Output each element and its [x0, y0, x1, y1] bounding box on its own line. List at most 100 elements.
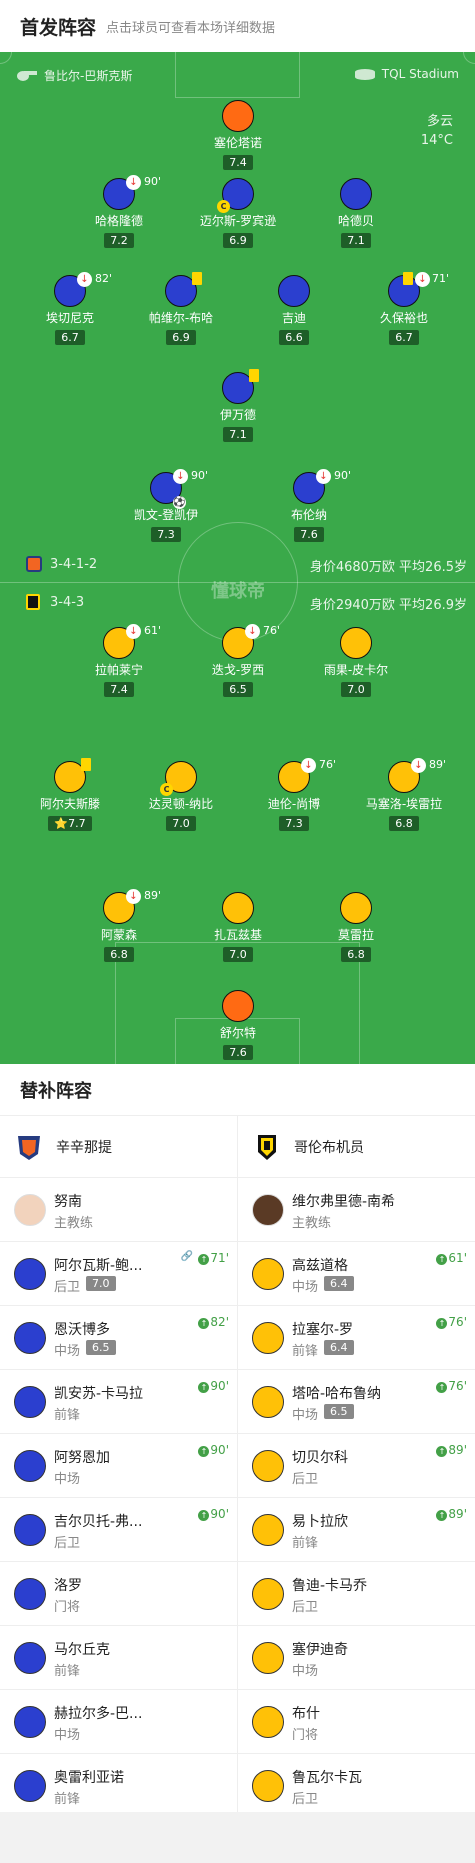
player-position: 后卫: [54, 1536, 81, 1551]
player-name: 阿尔瓦斯-鲍...: [54, 1258, 143, 1274]
player-home[interactable]: ↓ 71' 久保裕也 6.7: [349, 272, 459, 345]
player-away[interactable]: ↓ 89' 阿蒙森 6.8: [64, 889, 174, 962]
home-coach[interactable]: 努南 主教练: [0, 1178, 237, 1242]
player-jersey: [14, 1706, 46, 1738]
player-name: 马塞洛-埃雷拉: [365, 797, 443, 811]
player-name: 迪伦-尚博: [267, 797, 321, 811]
player-away[interactable]: 莫雷拉 6.8: [301, 892, 411, 962]
player-position: 前锋: [292, 1536, 319, 1551]
bench-player[interactable]: 吉尔贝托-弗... 后卫 ↑ 90': [0, 1498, 237, 1562]
player-away[interactable]: ↓ 89' 马塞洛-埃雷拉 6.8: [349, 758, 459, 831]
player-jersey: [278, 275, 310, 307]
player-name: 迭戈-罗西: [211, 663, 265, 677]
sub-out-icon: ↓: [301, 758, 316, 773]
sub-in-icon: ↑: [436, 1382, 448, 1393]
player-rating: 7.3: [151, 527, 181, 542]
home-bench-team[interactable]: 辛辛那提: [0, 1116, 237, 1178]
bench-player[interactable]: 奥雷利亚诺 前锋: [0, 1754, 237, 1818]
player-jersey: C: [160, 761, 197, 796]
player-home[interactable]: ↓ 90' ⚽ 凯文-登凯伊 7.3: [111, 469, 221, 542]
bench-player[interactable]: 高兹道格 中场 6.4 ↑ 61': [238, 1242, 475, 1306]
stadium-name: TQL Stadium: [381, 67, 459, 81]
player-home[interactable]: ↓ 90' 哈格隆德 7.2: [64, 175, 174, 248]
player-jersey: [14, 1450, 46, 1482]
bench-player[interactable]: 易卜拉欣 前锋 ↑ 89': [238, 1498, 475, 1562]
player-jersey: [14, 1258, 46, 1290]
sub-minute: 89': [448, 1507, 467, 1521]
player-home[interactable]: ↓ 90' 布伦纳 7.6: [254, 469, 364, 542]
footer-spacer: [0, 1812, 475, 1863]
player-away[interactable]: ↓ 61' 拉帕莱宁 7.4: [64, 624, 174, 697]
player-name: 阿努恩加: [54, 1450, 110, 1466]
sub-minute: 90': [334, 469, 352, 482]
player-home[interactable]: C 迈尔斯-罗宾逊 6.9: [183, 178, 293, 248]
player-away[interactable]: ↓ 76' 迭戈-罗西 6.5: [183, 624, 293, 697]
player-rating: 7.0: [166, 816, 196, 831]
sub-in-icon: ↑: [436, 1446, 448, 1457]
coach-role: 主教练: [54, 1216, 94, 1231]
bench-player[interactable]: 恩沃博多 中场 6.5 ↑ 82': [0, 1306, 237, 1370]
sub-out-icon: ↓: [173, 469, 188, 484]
bench-player[interactable]: 鲁迪-卡马乔 后卫: [238, 1562, 475, 1626]
bench-player[interactable]: 拉塞尔-罗 前锋 6.4 ↑ 76': [238, 1306, 475, 1370]
bench-player[interactable]: 切贝尔科 后卫 ↑ 89': [238, 1434, 475, 1498]
player-home-gk[interactable]: 塞伦塔诺 7.4: [183, 100, 293, 170]
player-name: 高兹道格: [292, 1258, 348, 1274]
bench-player[interactable]: 洛罗 门将: [0, 1562, 237, 1626]
player-home[interactable]: 伊万德 7.1: [183, 369, 293, 442]
player-name: 伊万德: [219, 408, 256, 422]
player-away-gk[interactable]: 舒尔特 7.6: [183, 990, 293, 1060]
player-name: 扎瓦兹基: [213, 928, 262, 942]
bench-player[interactable]: 赫拉尔多-巴... 中场: [0, 1690, 237, 1754]
away-bench: 哥伦布机员 维尔弗里德-南希 主教练 高兹道格 中场 6.4 ↑ 61' 拉塞尔-…: [238, 1116, 475, 1818]
coach-role: 主教练: [292, 1216, 332, 1231]
player-away[interactable]: C 达灵顿-纳比 7.0: [126, 761, 236, 831]
player-home[interactable]: 帕维尔-布哈 6.9: [126, 272, 236, 345]
player-home[interactable]: 哈德贝 7.1: [301, 178, 411, 248]
player-name: 鲁迪-卡马乔: [292, 1578, 368, 1594]
player-away[interactable]: ↓ 76' 迪伦-尚博 7.3: [239, 758, 349, 831]
bench-player[interactable]: 鲁瓦尔卡瓦 后卫: [238, 1754, 475, 1818]
player-away[interactable]: 雨果-皮卡尔 7.0: [301, 627, 411, 697]
player-rating: 7.2: [104, 233, 134, 248]
bench-player[interactable]: 阿尔瓦斯-鲍... 后卫 7.0 🔗 ↑ 71': [0, 1242, 237, 1306]
player-position: 中场: [54, 1728, 81, 1743]
sub-in-icon: ↑: [436, 1254, 448, 1265]
player-jersey: [222, 100, 254, 132]
player-jersey: [14, 1514, 46, 1546]
player-rating: 7.0: [86, 1276, 116, 1291]
player-rating: 6.5: [86, 1340, 116, 1355]
star-icon: ⭐: [54, 817, 69, 830]
sub-in-icon: ↑: [436, 1510, 448, 1521]
sub-out-icon: ↓: [126, 624, 141, 639]
home-formation: 3-4-1-2: [50, 556, 98, 572]
coach-avatar: [252, 1194, 284, 1226]
player-away[interactable]: 扎瓦兹基 7.0: [183, 892, 293, 962]
player-name: 塔哈-哈布鲁纳: [292, 1386, 382, 1402]
fc-cincinnati-logo-icon: [18, 1135, 40, 1160]
player-away[interactable]: 阿尔夫斯滕 ⭐7.7: [15, 758, 125, 831]
player-rating: 6.9: [166, 330, 196, 345]
away-team-info: 3-4-3 身价2940万欧 平均26.9岁: [0, 594, 475, 614]
bench-player[interactable]: 阿努恩加 中场 ↑ 90': [0, 1434, 237, 1498]
player-name: 切贝尔科: [292, 1450, 348, 1466]
away-coach[interactable]: 维尔弗里德-南希 主教练: [238, 1178, 475, 1242]
player-jersey: ↓ 71': [388, 272, 449, 307]
bench-player[interactable]: 布什 门将: [238, 1690, 475, 1754]
player-home[interactable]: 吉迪 6.6: [239, 275, 349, 345]
away-bench-team[interactable]: 哥伦布机员: [238, 1116, 475, 1178]
player-name: 雨果-皮卡尔: [323, 663, 389, 677]
bench-player[interactable]: 凯安苏-卡马拉 前锋 ↑ 90': [0, 1370, 237, 1434]
sub-in: ↑ 90': [198, 1507, 229, 1521]
player-position: 门将: [54, 1600, 81, 1615]
player-position: 前锋: [54, 1792, 81, 1807]
player-home[interactable]: ↓ 82' 埃切尼克 6.7: [15, 272, 125, 345]
bench-player[interactable]: 塔哈-哈布鲁纳 中场 6.5 ↑ 76': [238, 1370, 475, 1434]
sub-in-icon: ↑: [436, 1318, 448, 1329]
sub-minute: 82': [210, 1315, 229, 1329]
player-jersey: [340, 627, 372, 659]
bench-player[interactable]: 塞伊迪奇 中场: [238, 1626, 475, 1690]
bench-player[interactable]: 马尔丘克 前锋: [0, 1626, 237, 1690]
player-jersey: ↓ 90': [293, 469, 351, 504]
sub-in-icon: ↑: [198, 1382, 210, 1393]
